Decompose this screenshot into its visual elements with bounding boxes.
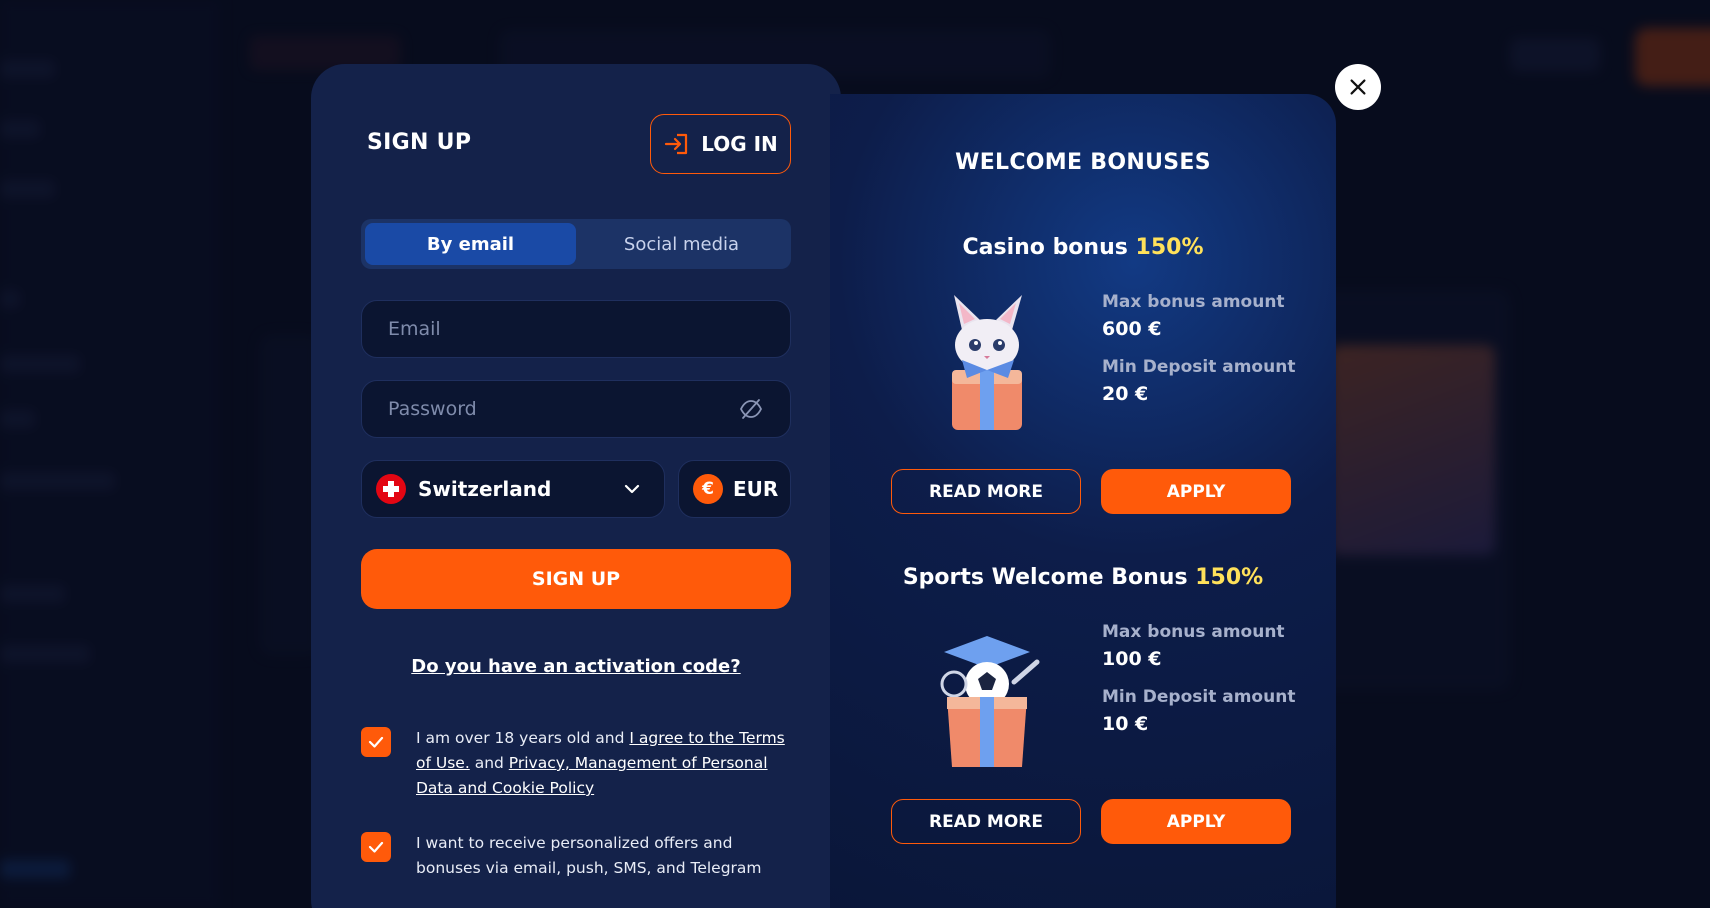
- eye-off-icon[interactable]: [738, 396, 764, 422]
- sports-max-bonus-value: 100 €: [1102, 648, 1162, 670]
- login-icon: [665, 133, 688, 155]
- tab-social-media[interactable]: Social media: [576, 223, 787, 265]
- login-label: LOG IN: [701, 132, 778, 156]
- bonus-name: Casino bonus: [962, 235, 1128, 260]
- sports-read-more-button[interactable]: READ MORE: [891, 799, 1081, 844]
- close-icon: [1350, 79, 1366, 95]
- sports-bonus-title: Sports Welcome Bonus 150%: [830, 565, 1336, 590]
- bonus-percent: 150%: [1195, 565, 1264, 590]
- checkmark-icon: [368, 736, 384, 748]
- sports-min-deposit-value: 10 €: [1102, 713, 1149, 735]
- chevron-down-icon: [624, 484, 640, 494]
- marketing-consent-checkbox[interactable]: [361, 832, 391, 862]
- tab-by-email[interactable]: By email: [365, 223, 576, 265]
- country-value: Switzerland: [418, 477, 552, 501]
- sports-gift-illustration: [940, 636, 1040, 767]
- email-field-wrapper: [361, 300, 791, 358]
- login-button[interactable]: LOG IN: [650, 114, 791, 174]
- password-field[interactable]: [388, 398, 738, 420]
- consent-middle: and: [469, 754, 509, 772]
- casino-bonus-title: Casino bonus 150%: [830, 235, 1336, 260]
- age-terms-checkbox[interactable]: [361, 727, 391, 757]
- fox-gift-illustration: [952, 295, 1022, 430]
- euro-icon: €: [693, 474, 723, 504]
- casino-min-deposit-label: Min Deposit amount: [1102, 357, 1296, 377]
- sports-apply-button[interactable]: APPLY: [1101, 799, 1291, 844]
- activation-code-link[interactable]: Do you have an activation code?: [361, 656, 791, 677]
- bonus-percent: 150%: [1135, 235, 1204, 260]
- sports-max-bonus-label: Max bonus amount: [1102, 622, 1285, 642]
- sports-min-deposit-label: Min Deposit amount: [1102, 687, 1296, 707]
- signup-method-tabs: By email Social media: [361, 219, 791, 269]
- bonus-name: Sports Welcome Bonus: [902, 565, 1188, 590]
- casino-read-more-button[interactable]: READ MORE: [891, 469, 1081, 514]
- password-field-wrapper: [361, 380, 791, 438]
- casino-max-bonus-label: Max bonus amount: [1102, 292, 1285, 312]
- close-button[interactable]: [1335, 64, 1381, 110]
- casino-min-deposit-value: 20 €: [1102, 383, 1149, 405]
- casino-apply-button[interactable]: APPLY: [1101, 469, 1291, 514]
- swiss-flag-icon: [376, 474, 406, 504]
- country-select[interactable]: Switzerland: [361, 460, 665, 518]
- email-field[interactable]: [388, 318, 764, 340]
- marketing-consent-text: I want to receive personalized offers an…: [416, 834, 762, 877]
- welcome-bonuses-title: WELCOME BONUSES: [955, 150, 1211, 175]
- age-terms-consent-text: I am over 18 years old and I agree to th…: [416, 726, 796, 801]
- currency-select[interactable]: € EUR: [678, 460, 791, 518]
- signup-submit-button[interactable]: SIGN UP: [361, 549, 791, 609]
- consent-prefix: I am over 18 years old and: [416, 729, 630, 747]
- signup-title: SIGN UP: [367, 130, 472, 155]
- checkmark-icon: [368, 841, 384, 853]
- currency-value: EUR: [733, 477, 779, 501]
- casino-max-bonus-value: 600 €: [1102, 318, 1162, 340]
